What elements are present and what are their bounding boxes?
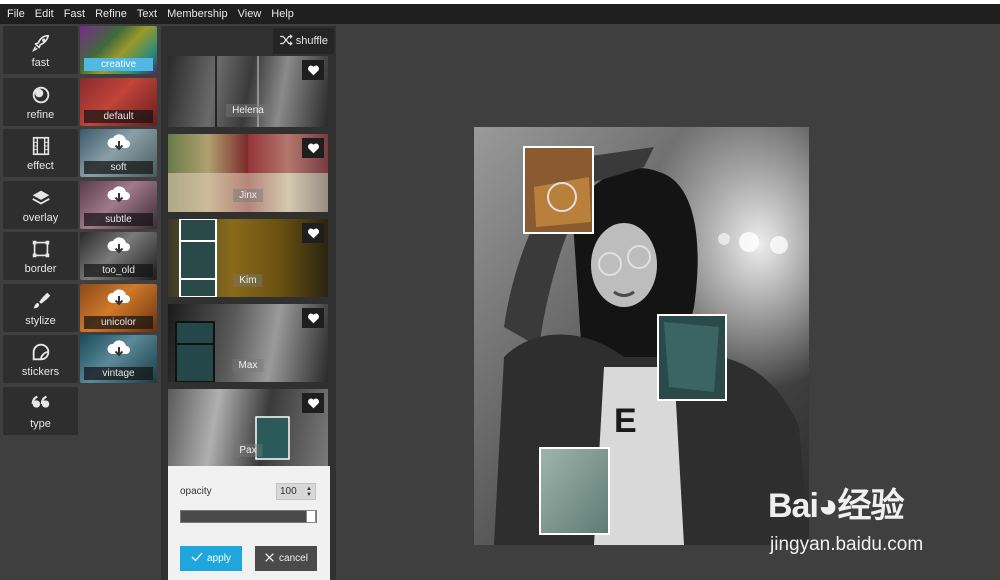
- tool-label: refine: [26, 108, 55, 121]
- heart-icon[interactable]: [302, 393, 324, 413]
- preset-label: Kim: [233, 274, 263, 287]
- tool-label: effect: [27, 160, 54, 172]
- shuffle-button[interactable]: shuffle: [272, 28, 334, 54]
- menu-view[interactable]: View: [233, 8, 267, 20]
- menu-fast[interactable]: Fast: [59, 8, 90, 20]
- cloud-download-icon: [106, 185, 132, 212]
- menu-edit[interactable]: Edit: [30, 8, 59, 20]
- tool-label: stickers: [21, 366, 60, 378]
- filter-label: creative: [84, 58, 153, 71]
- menu-text[interactable]: Text: [132, 8, 162, 20]
- film-icon: [30, 134, 52, 158]
- menu-refine[interactable]: Refine: [90, 8, 132, 20]
- filter-label: too_old: [84, 264, 153, 277]
- filter-label: unicolor: [84, 315, 153, 329]
- opacity-stepper[interactable]: 100 ▲ ▼: [276, 483, 316, 500]
- opacity-panel: opacity 100 ▲ ▼ apply cancel: [168, 466, 330, 580]
- baidu-watermark: Bai◕经验 jingyan.baidu.com: [768, 478, 1000, 578]
- preset-label: Helena: [226, 104, 270, 117]
- svg-text:E: E: [614, 402, 637, 440]
- tool-label: overlay: [22, 211, 59, 224]
- tool-fast[interactable]: fast: [3, 26, 78, 74]
- apply-label: apply: [207, 553, 231, 564]
- stepper-arrows-icon[interactable]: ▲ ▼: [306, 486, 312, 498]
- filter-subtle[interactable]: subtle: [80, 180, 157, 229]
- preset-card-pax[interactable]: Pax: [168, 389, 328, 467]
- layers-icon: [30, 186, 52, 210]
- filter-vintage[interactable]: vintage: [80, 335, 157, 383]
- menu-membership[interactable]: Membership: [162, 8, 233, 20]
- preset-label: Jinx: [233, 189, 263, 202]
- preset-card-jinx[interactable]: Jinx: [168, 134, 328, 212]
- preset-label: Pax: [233, 444, 263, 457]
- close-icon: [264, 552, 275, 566]
- filter-label: vintage: [84, 367, 153, 380]
- cloud-download-icon: [106, 339, 132, 366]
- refine-icon: [30, 83, 52, 107]
- tool-border[interactable]: border: [3, 232, 78, 280]
- heart-icon[interactable]: [302, 308, 324, 328]
- watermark-url: jingyan.baidu.com: [770, 534, 924, 555]
- filter-soft[interactable]: soft: [80, 129, 157, 177]
- tool-label: type: [30, 417, 51, 430]
- tool-sidebar: fast refine effect overlay border styliz…: [3, 26, 78, 438]
- sticker-icon: [30, 340, 52, 364]
- cancel-button[interactable]: cancel: [255, 546, 317, 571]
- preset-card-kim[interactable]: Kim: [168, 219, 328, 297]
- filter-too-old[interactable]: too_old: [80, 232, 157, 280]
- preset-card-max[interactable]: Max: [168, 304, 328, 382]
- check-icon: [191, 552, 203, 565]
- tool-stylize[interactable]: stylize: [3, 283, 78, 332]
- watermark-logo: Bai◕经验: [768, 487, 904, 525]
- tool-type[interactable]: type: [3, 386, 78, 435]
- tool-overlay[interactable]: overlay: [3, 180, 78, 229]
- tool-label: fast: [31, 57, 50, 69]
- filter-label: default: [84, 109, 153, 123]
- opacity-slider[interactable]: [180, 510, 317, 523]
- preset-card-helena[interactable]: Helena: [168, 56, 328, 127]
- cloud-download-icon: [106, 288, 132, 315]
- cloud-download-icon: [106, 133, 132, 160]
- menu-help[interactable]: Help: [266, 8, 299, 20]
- shuffle-label: shuffle: [295, 35, 328, 47]
- opacity-slider-fill: [181, 511, 306, 522]
- menu-file[interactable]: File: [2, 8, 30, 20]
- tool-stickers[interactable]: stickers: [3, 335, 78, 383]
- heart-icon[interactable]: [302, 60, 324, 80]
- cloud-download-icon: [106, 236, 132, 263]
- tool-effect[interactable]: effect: [3, 129, 78, 177]
- heart-icon[interactable]: [302, 138, 324, 158]
- filter-list: creative default soft subtle too_old uni…: [80, 26, 157, 387]
- filter-label: soft: [84, 161, 153, 174]
- filter-default[interactable]: default: [80, 77, 157, 126]
- rocket-icon: [30, 31, 52, 55]
- border-frame-icon: [30, 237, 52, 261]
- apply-button[interactable]: apply: [180, 546, 242, 571]
- filter-label: subtle: [84, 212, 153, 226]
- menu-bar: File Edit Fast Refine Text Membership Vi…: [0, 4, 1000, 24]
- quote-icon: [30, 392, 52, 416]
- opacity-label: opacity: [180, 486, 212, 497]
- preset-label: Max: [232, 359, 264, 372]
- filter-creative[interactable]: creative: [80, 26, 157, 74]
- filter-unicolor[interactable]: unicolor: [80, 283, 157, 332]
- opacity-slider-thumb[interactable]: [306, 510, 316, 523]
- cancel-label: cancel: [279, 553, 308, 564]
- tool-label: border: [24, 263, 57, 275]
- photo-canvas[interactable]: E: [474, 127, 809, 545]
- brush-icon: [30, 289, 52, 313]
- tool-refine[interactable]: refine: [3, 77, 78, 126]
- heart-icon[interactable]: [302, 223, 324, 243]
- photo-image: E: [474, 127, 809, 545]
- tool-label: stylize: [25, 314, 56, 327]
- shuffle-icon: [279, 33, 293, 49]
- opacity-value: 100: [280, 486, 297, 497]
